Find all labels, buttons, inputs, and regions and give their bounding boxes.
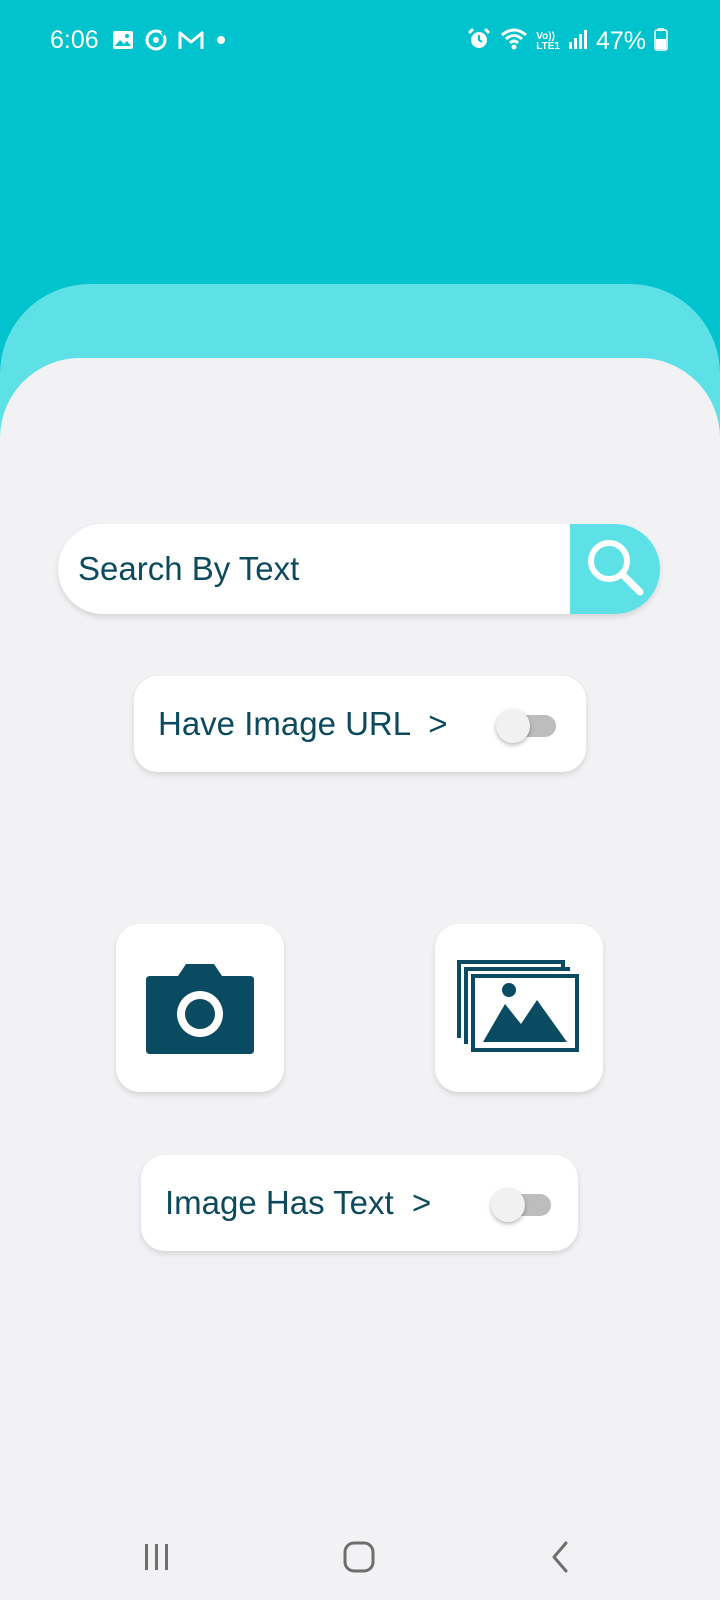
back-button[interactable] <box>530 1534 590 1584</box>
recents-icon <box>142 1542 172 1577</box>
image-url-switch[interactable] <box>496 706 558 743</box>
gallery-notification-icon <box>112 29 134 56</box>
gmail-notification-icon <box>178 29 204 56</box>
back-icon <box>548 1540 572 1579</box>
system-icons: Vo)) LTE1 47% <box>466 26 668 57</box>
camera-button[interactable] <box>116 924 284 1092</box>
search-icon <box>580 532 650 607</box>
search-bar <box>58 524 660 614</box>
image-has-text-toggle-label: Image Has Text > <box>165 1184 432 1221</box>
recents-button[interactable] <box>127 1534 187 1584</box>
home-button[interactable] <box>329 1534 389 1584</box>
alarm-icon <box>466 26 492 57</box>
gallery-icon <box>457 958 581 1059</box>
gallery-button[interactable] <box>435 924 603 1092</box>
battery-percent: 47% <box>595 27 646 55</box>
navigation-bar <box>0 1520 720 1600</box>
search-button[interactable] <box>570 524 660 614</box>
camera-icon <box>144 956 256 1061</box>
image-has-text-toggle-card[interactable]: Image Has Text > <box>141 1155 578 1251</box>
status-time: 6:06 <box>50 26 99 54</box>
dot-notification-icon <box>214 33 228 52</box>
image-url-toggle-label: Have Image URL > <box>158 705 448 742</box>
status-bar: 6:06 Vo)) LTE1 47% <box>0 0 720 84</box>
search-input[interactable] <box>58 524 568 614</box>
signal-icon <box>568 28 588 55</box>
image-has-text-switch[interactable] <box>491 1185 553 1222</box>
sync-notification-icon <box>144 28 168 57</box>
battery-icon <box>654 27 668 56</box>
home-icon <box>342 1540 376 1579</box>
image-url-toggle-card[interactable]: Have Image URL > <box>134 676 586 772</box>
wifi-icon <box>500 27 528 56</box>
volte-icon: Vo)) LTE1 <box>536 30 560 52</box>
switch-thumb <box>496 709 530 743</box>
switch-thumb <box>491 1188 525 1222</box>
notification-icons <box>112 28 228 57</box>
